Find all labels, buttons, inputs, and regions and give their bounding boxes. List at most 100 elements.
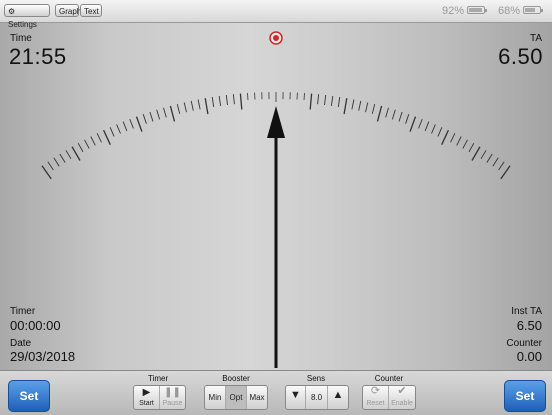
pause-button[interactable]: ❚❚ Pause (160, 386, 185, 409)
down-arrow-icon: ▼ (286, 391, 305, 400)
gauge-tick (212, 97, 214, 107)
inst-ta-label: Inst TA (511, 306, 542, 317)
gauge-tick (60, 154, 65, 163)
gauge-tick (157, 110, 160, 120)
gauge-tick (248, 93, 249, 100)
counter-controls: ⟳ Reset ✔ Enable (362, 385, 416, 410)
gauge-tick (352, 100, 354, 110)
pause-label: Pause (160, 400, 185, 408)
booster-min-label: Min (205, 393, 225, 402)
booster-selector: Min Opt Max (204, 385, 268, 410)
sens-increase-button[interactable]: ▲ (328, 386, 348, 409)
gauge-tick (304, 93, 305, 100)
gauge-tick (432, 124, 436, 133)
gauge-tick (481, 150, 486, 159)
enable-button[interactable]: ✔ Enable (389, 386, 415, 409)
set-left-button[interactable]: Set (8, 380, 50, 412)
ta-label: TA (530, 33, 542, 44)
gauge-needle (267, 106, 285, 368)
reset-label: Reset (363, 400, 388, 408)
gauge-tick (469, 143, 474, 152)
gauge-tick (104, 130, 111, 145)
gauge-tick (137, 117, 142, 132)
gauge-tick (177, 104, 179, 114)
gauge-tick (219, 96, 220, 106)
gauge-tick (143, 114, 146, 124)
gauge-tick (310, 94, 311, 110)
gauge-tick (438, 127, 442, 136)
timer-label: Timer (10, 306, 35, 317)
booster-min-button[interactable]: Min (205, 386, 226, 409)
gauge-tick (487, 154, 492, 163)
gauge-tick (501, 166, 510, 179)
gauge-tick (198, 100, 200, 110)
gauge-tick (233, 94, 234, 104)
gauge-tick (419, 119, 423, 128)
gauge-tick (54, 158, 59, 166)
gauge-tick (42, 166, 51, 179)
start-button[interactable]: ▶ Start (134, 386, 160, 409)
time-value: 21:55 (9, 44, 67, 70)
start-label: Start (134, 400, 159, 408)
reset-icon: ⟳ (363, 387, 388, 396)
gauge-tick (338, 97, 340, 107)
gauge-tick (130, 119, 134, 128)
set-right-button[interactable]: Set (504, 380, 546, 412)
gauge-tick (170, 106, 174, 122)
ta-value: 6.50 (498, 44, 543, 70)
time-label: Time (10, 33, 32, 44)
check-icon: ✔ (389, 387, 415, 396)
set-right-label: Set (516, 389, 535, 403)
gauge-tick (205, 98, 208, 114)
gauge-tick (66, 150, 71, 159)
booster-max-button[interactable]: Max (247, 386, 267, 409)
booster-opt-button[interactable]: Opt (226, 386, 247, 409)
record-indicator (270, 32, 282, 44)
sens-value-display: 8.0 (306, 386, 328, 409)
bottom-control-bar (0, 370, 552, 415)
gauge-tick (442, 130, 449, 145)
gauge-tick (392, 110, 395, 120)
gauge-tick (325, 95, 326, 105)
counter-label: Counter (506, 338, 542, 349)
gauge-tick (97, 133, 101, 142)
gauge-tick (331, 96, 332, 106)
gauge-tick (85, 140, 90, 149)
gauge-tick (359, 101, 361, 111)
gauge-tick (110, 127, 114, 136)
counter-group-title: Counter (372, 374, 406, 383)
gauge-tick (451, 133, 455, 142)
gauge-tick (399, 112, 402, 122)
timer-controls: ▶ Start ❚❚ Pause (133, 385, 186, 410)
timer-group-title: Timer (148, 374, 168, 383)
gauge-tick (78, 143, 83, 152)
reset-button[interactable]: ⟳ Reset (363, 386, 389, 409)
sens-group-title: Sens (306, 374, 326, 383)
gauge-tick (372, 104, 374, 114)
gauge-tick (463, 140, 468, 149)
gauge-tick (48, 162, 54, 170)
gauge-tick (386, 108, 389, 118)
sens-stepper: ▼ 8.0 ▲ (285, 385, 349, 410)
gauge-tick (184, 103, 186, 113)
sens-decrease-button[interactable]: ▼ (286, 386, 306, 409)
pause-icon: ❚❚ (160, 388, 185, 397)
booster-opt-label: Opt (226, 393, 246, 402)
date-value: 29/03/2018 (10, 349, 75, 364)
gauge-tick (318, 94, 319, 104)
gauge-tick (457, 137, 462, 146)
gauge-tick (378, 106, 382, 122)
booster-max-label: Max (247, 393, 267, 402)
gauge-tick (472, 147, 480, 161)
date-label: Date (10, 338, 31, 349)
gauge-tick (499, 162, 505, 170)
up-arrow-icon: ▲ (328, 391, 348, 400)
gauge-tick (425, 122, 429, 131)
gauge-tick (493, 158, 498, 166)
ta-gauge (0, 0, 552, 414)
gauge-tick (226, 95, 227, 105)
gauge-tick (410, 117, 415, 132)
booster-group-title: Booster (218, 374, 254, 383)
counter-value: 0.00 (517, 349, 542, 364)
set-left-label: Set (20, 389, 39, 403)
